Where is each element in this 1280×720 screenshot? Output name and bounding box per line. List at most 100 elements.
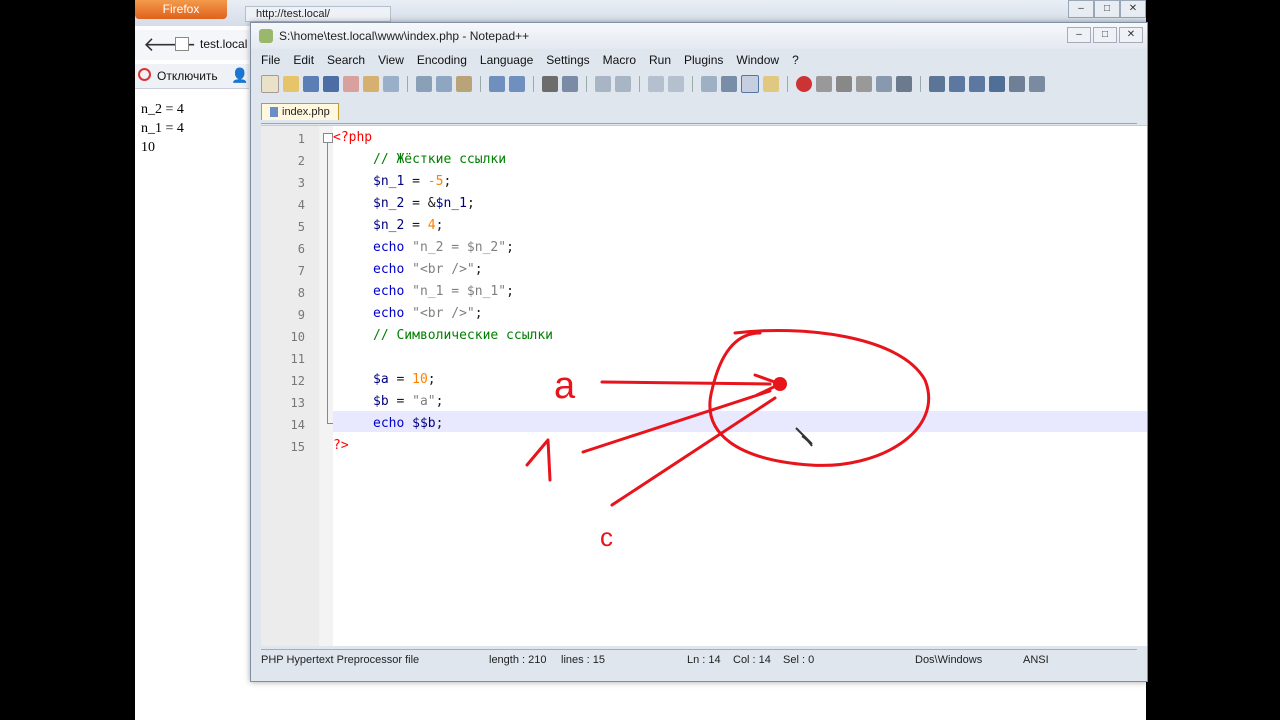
- menu-language[interactable]: Language: [480, 53, 533, 71]
- code-line-5: $n_2 = 4;: [373, 218, 444, 233]
- status-length: length : 210: [489, 654, 547, 666]
- line-number: 8: [297, 286, 305, 300]
- find-icon[interactable]: [542, 76, 558, 92]
- line-number: 13: [290, 396, 305, 410]
- minimize-icon[interactable]: –: [1067, 27, 1091, 43]
- word-wrap-icon[interactable]: [701, 76, 717, 92]
- line-number: 2: [297, 154, 305, 168]
- close-file-icon[interactable]: [343, 76, 359, 92]
- menu-encoding[interactable]: Encoding: [417, 53, 467, 71]
- firefox-tab[interactable]: http://test.local/: [245, 6, 391, 22]
- menu-macro[interactable]: Macro: [603, 53, 636, 71]
- minimize-icon[interactable]: –: [1068, 0, 1094, 18]
- output-line: n_2 = 4: [141, 102, 184, 117]
- record-macro-icon[interactable]: [796, 76, 812, 92]
- menu-help[interactable]: ?: [792, 53, 799, 71]
- menu-view[interactable]: View: [378, 53, 404, 71]
- tab-bar: index.php: [261, 101, 1137, 124]
- plugin-icon[interactable]: [929, 76, 945, 92]
- stop-macro-icon[interactable]: [816, 76, 832, 92]
- sync-horizontal-icon[interactable]: [668, 76, 684, 92]
- save-icon[interactable]: [303, 76, 319, 92]
- page-output: n_2 = 4 n_1 = 4 10: [141, 100, 184, 157]
- play-macro-icon[interactable]: [836, 76, 852, 92]
- status-file-type: PHP Hypertext Preprocessor file: [261, 654, 420, 666]
- toolbar-separator: [533, 76, 534, 92]
- plugin-check-icon[interactable]: [1029, 76, 1045, 92]
- maximize-icon[interactable]: □: [1094, 0, 1120, 18]
- firefox-menu-button[interactable]: Firefox: [135, 0, 227, 19]
- status-lines: lines : 15: [561, 654, 606, 666]
- code-line-13: $b = "a";: [373, 394, 444, 409]
- disable-icon[interactable]: [138, 68, 151, 81]
- line-number: 10: [290, 330, 305, 344]
- code-line-3: $n_1 = -5;: [373, 174, 452, 189]
- tab-index-php[interactable]: index.php: [261, 103, 339, 120]
- status-sel: Sel : 0: [783, 654, 815, 666]
- save-all-icon[interactable]: [323, 76, 339, 92]
- toolbar-separator: [480, 76, 481, 92]
- code-line-1: <?php: [333, 130, 373, 145]
- notepad-app-icon: [259, 29, 273, 43]
- menu-search[interactable]: Search: [327, 53, 365, 71]
- fold-toggle-icon[interactable]: [323, 133, 333, 143]
- code-line-9: echo "<br />";: [373, 306, 483, 321]
- close-all-icon[interactable]: [363, 76, 379, 92]
- line-number: 1: [297, 132, 305, 146]
- sync-vertical-icon[interactable]: [648, 76, 664, 92]
- show-all-chars-icon[interactable]: [721, 76, 737, 92]
- line-number: 15: [290, 440, 305, 454]
- triangle-up-icon[interactable]: [949, 76, 965, 92]
- firefox-addon-toolbar: Отключить 👤: [135, 64, 249, 89]
- zoom-in-icon[interactable]: [595, 76, 611, 92]
- menu-settings[interactable]: Settings: [546, 53, 589, 71]
- menu-file[interactable]: File: [261, 53, 280, 71]
- cut-icon[interactable]: [416, 76, 432, 92]
- fold-line: [327, 143, 328, 423]
- code-editor[interactable]: 1 2 3 4 5 6 7 8 9 10 11 12 13 14 15 <?ph…: [261, 125, 1147, 646]
- line-number: 5: [297, 220, 305, 234]
- current-line-highlight: [333, 411, 1147, 432]
- triangle-down-icon[interactable]: [969, 76, 985, 92]
- toolbar-separator: [920, 76, 921, 92]
- redo-icon[interactable]: [509, 76, 525, 92]
- menu-plugins[interactable]: Plugins: [684, 53, 723, 71]
- window-title: S:\home\test.local\www\index.php - Notep…: [279, 29, 530, 43]
- disable-menu[interactable]: Отключить: [157, 69, 218, 83]
- save-macro-icon[interactable]: [876, 76, 892, 92]
- output-line: n_1 = 4: [141, 121, 184, 136]
- toolbar-separator: [787, 76, 788, 92]
- zoom-out-icon[interactable]: [615, 76, 631, 92]
- file-icon: [270, 107, 278, 118]
- undo-icon[interactable]: [489, 76, 505, 92]
- notepad-window-controls: – □ ✕: [1067, 27, 1143, 43]
- macro-list-icon[interactable]: [896, 76, 912, 92]
- plugin-browser-icon[interactable]: [1009, 76, 1025, 92]
- code-line-7: echo "<br />";: [373, 262, 483, 277]
- menu-edit[interactable]: Edit: [293, 53, 314, 71]
- line-number: 3: [297, 176, 305, 190]
- close-icon[interactable]: ✕: [1120, 0, 1146, 18]
- user-icon[interactable]: 👤: [231, 67, 248, 84]
- doc-map-icon[interactable]: [763, 76, 779, 92]
- menu-run[interactable]: Run: [649, 53, 671, 71]
- open-file-icon[interactable]: [283, 76, 299, 92]
- maximize-icon[interactable]: □: [1093, 27, 1117, 43]
- copy-icon[interactable]: [436, 76, 452, 92]
- firefox-navbar: 🡐 test.local: [135, 30, 249, 60]
- plugin-tool-icon[interactable]: [989, 76, 1005, 92]
- indent-guide-icon[interactable]: [741, 75, 759, 93]
- code-line-10: // Символические ссылки: [373, 328, 554, 343]
- replace-icon[interactable]: [562, 76, 578, 92]
- paste-icon[interactable]: [456, 76, 472, 92]
- notepad-titlebar: S:\home\test.local\www\index.php - Notep…: [251, 23, 1147, 49]
- new-file-icon[interactable]: [261, 75, 279, 93]
- print-icon[interactable]: [383, 76, 399, 92]
- checkbox-icon[interactable]: [175, 37, 189, 51]
- status-ln: Ln : 14: [687, 654, 721, 666]
- notepad-window: S:\home\test.local\www\index.php - Notep…: [250, 22, 1148, 682]
- run-macro-multiple-icon[interactable]: [856, 76, 872, 92]
- close-icon[interactable]: ✕: [1119, 27, 1143, 43]
- menu-window[interactable]: Window: [736, 53, 779, 71]
- site-label[interactable]: test.local: [200, 37, 247, 51]
